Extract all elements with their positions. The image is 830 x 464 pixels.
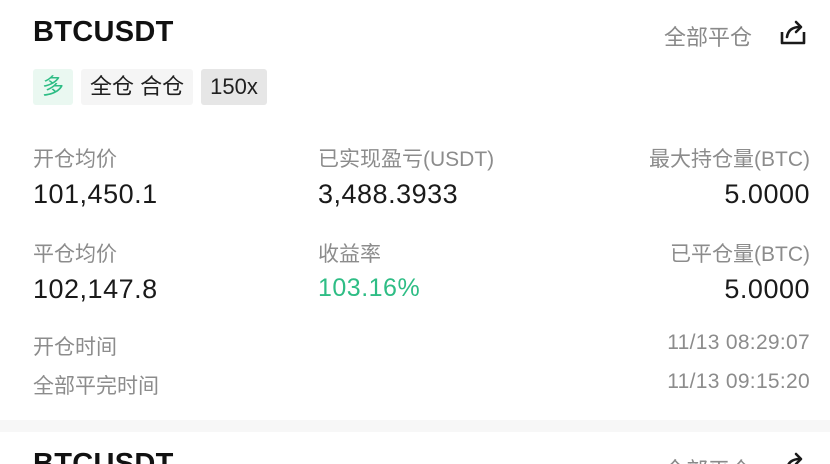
open-time-label: 开仓时间 xyxy=(33,336,117,359)
realized-pnl-label: 已实现盈亏(USDT) xyxy=(318,148,495,171)
position-card[interactable]: BTCUSDT 全部平仓 多 全仓 合仓 150x 开仓均价 101,450.1… xyxy=(0,0,830,420)
max-position-label: 最大持仓量(BTC) xyxy=(649,148,810,171)
card-divider xyxy=(0,420,830,432)
share-icon[interactable] xyxy=(776,448,810,464)
open-avg-price-label: 开仓均价 xyxy=(33,148,117,171)
closed-amount-label: 已平仓量(BTC) xyxy=(670,243,810,266)
realized-pnl-value: 3,488.3933 xyxy=(318,179,459,209)
position-symbol: BTCUSDT xyxy=(33,16,174,48)
side-tag: 多 xyxy=(33,69,74,105)
closed-amount-value: 5.0000 xyxy=(724,274,810,304)
leverage-tag: 150x xyxy=(201,69,267,105)
close-all-label[interactable]: 全部平仓 xyxy=(664,20,752,52)
roi-value: 103.16% xyxy=(318,274,421,302)
max-position-value: 5.0000 xyxy=(724,179,810,209)
open-time-value: 11/13 08:29:07 xyxy=(667,331,810,354)
position-tags: 多 全仓 合仓 150x xyxy=(33,69,267,105)
margin-mode-tag: 全仓 合仓 xyxy=(81,69,194,105)
close-time-label: 全部平完时间 xyxy=(33,375,159,398)
share-icon[interactable] xyxy=(776,16,810,50)
position-card[interactable]: BTCUSDT 全部平仓 xyxy=(0,432,830,464)
close-all-label[interactable]: 全部平仓 xyxy=(664,453,752,464)
close-avg-price-value: 102,147.8 xyxy=(33,274,158,304)
close-time-value: 11/13 09:15:20 xyxy=(667,370,810,393)
position-symbol: BTCUSDT xyxy=(33,448,174,464)
close-avg-price-label: 平仓均价 xyxy=(33,243,117,266)
open-avg-price-value: 101,450.1 xyxy=(33,179,158,209)
roi-label: 收益率 xyxy=(318,243,381,266)
